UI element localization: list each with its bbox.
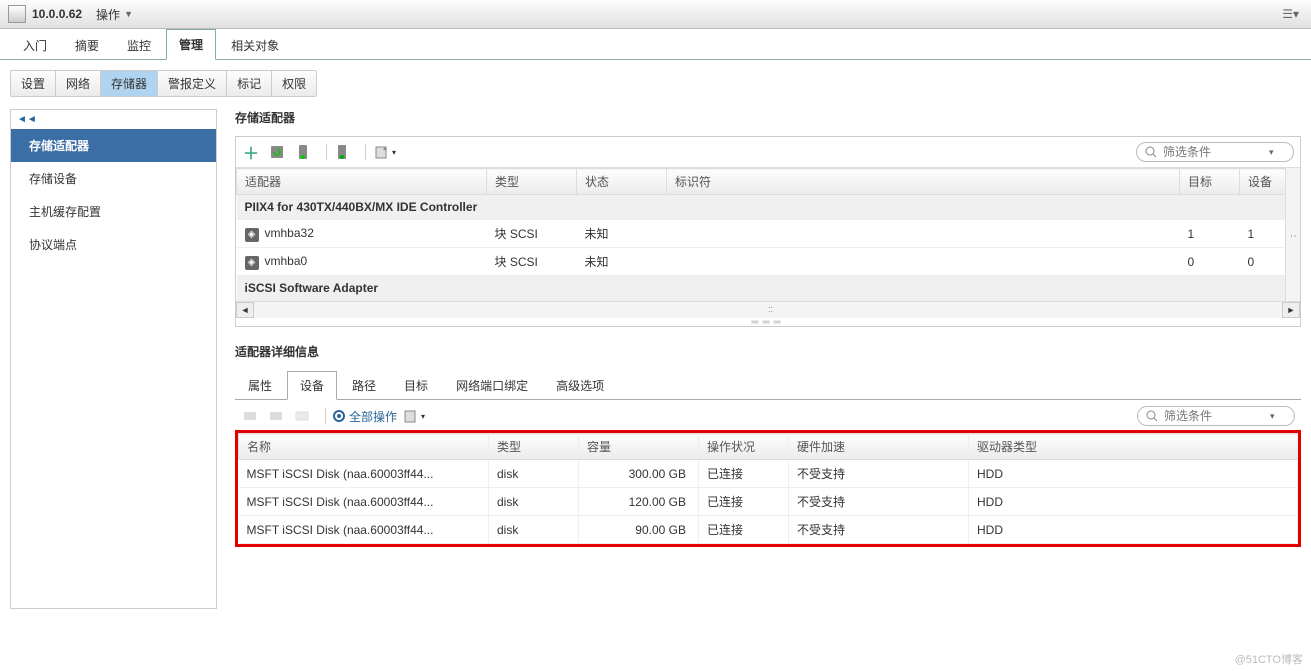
detail-tab-netbind[interactable]: 网络端口绑定 <box>443 371 541 400</box>
table-row[interactable]: MSFT iSCSI Disk (naa.60003ff44... disk 1… <box>239 488 1298 516</box>
table-row[interactable]: ◈vmhba0 块 SCSI 未知 0 0 <box>237 248 1300 276</box>
host-ip: 10.0.0.62 <box>32 7 82 21</box>
rename-icon <box>293 407 311 425</box>
adapter-group: iSCSI Software Adapter <box>237 276 1300 301</box>
sub-tab-alarms[interactable]: 警报定义 <box>158 71 227 96</box>
table-row[interactable]: MSFT iSCSI Disk (naa.60003ff44... disk 9… <box>239 516 1298 544</box>
detach-icon <box>267 407 285 425</box>
collapse-panel-icon[interactable]: ☰▾ <box>1278 7 1303 21</box>
vertical-scrollbar[interactable]: :: <box>1285 168 1300 301</box>
adapter-icon: ◈ <box>245 256 259 270</box>
nav-tab-related[interactable]: 相关对象 <box>218 30 292 60</box>
col-id[interactable]: 标识符 <box>667 169 1180 195</box>
section-title-adapters: 存储适配器 <box>235 109 1301 126</box>
export-icon[interactable]: ▾ <box>372 143 398 161</box>
separator <box>326 144 327 160</box>
table-header-row: 适配器 类型 状态 标识符 目标 设备 <box>237 169 1300 195</box>
col-opstatus[interactable]: 操作状况 <box>699 434 789 460</box>
adapter-icon: ◈ <box>245 228 259 242</box>
sidebar-item-storage-devices[interactable]: 存储设备 <box>11 162 216 195</box>
separator <box>325 408 326 424</box>
scroll-right-icon[interactable]: ► <box>1282 302 1300 318</box>
col-type[interactable]: 类型 <box>487 169 577 195</box>
rescan-adapter-icon[interactable] <box>294 143 312 161</box>
sub-tabs: 设置 网络 存储器 警报定义 标记 权限 <box>10 70 317 97</box>
details-toolbar: 全部操作 ▾ ▾ <box>235 400 1301 432</box>
nav-tab-summary[interactable]: 摘要 <box>62 30 112 60</box>
search-icon <box>1145 146 1157 158</box>
table-row[interactable]: MSFT iSCSI Disk (naa.60003ff44... disk 3… <box>239 460 1298 488</box>
details-filter-box[interactable]: ▾ <box>1137 406 1295 426</box>
nav-tab-monitor[interactable]: 监控 <box>114 30 164 60</box>
detail-tab-devices[interactable]: 设备 <box>287 371 337 400</box>
sidebar-item-storage-adapters[interactable]: 存储适配器 <box>11 129 216 162</box>
col-hwaccel[interactable]: 硬件加速 <box>789 434 969 460</box>
chevron-down-icon: ▼ <box>124 9 133 19</box>
nav-tab-getting-started[interactable]: 入门 <box>10 30 60 60</box>
resize-grip[interactable]: ═══ <box>236 318 1300 326</box>
sidebar: ◄◄ 存储适配器 存储设备 主机缓存配置 协议端点 <box>10 109 217 609</box>
sub-tab-network[interactable]: 网络 <box>56 71 101 96</box>
detail-tab-properties[interactable]: 属性 <box>235 371 285 400</box>
detail-tab-targets[interactable]: 目标 <box>391 371 441 400</box>
nav-tabs: 入门 摘要 监控 管理 相关对象 <box>0 29 1311 60</box>
detail-tab-paths[interactable]: 路径 <box>339 371 389 400</box>
devices-table: 名称 类型 容量 操作状况 硬件加速 驱动器类型 MSFT iSCSI Disk… <box>238 433 1298 544</box>
detail-tab-advanced[interactable]: 高级选项 <box>543 371 617 400</box>
col-name[interactable]: 名称 <box>239 434 489 460</box>
table-header-row: 名称 类型 容量 操作状况 硬件加速 驱动器类型 <box>239 434 1298 460</box>
refresh-icon[interactable] <box>268 143 286 161</box>
filter-box[interactable]: ▾ <box>1136 142 1294 162</box>
details-filter-input[interactable] <box>1162 408 1266 424</box>
separator <box>365 144 366 160</box>
col-type[interactable]: 类型 <box>489 434 579 460</box>
search-icon <box>1146 410 1158 422</box>
adapters-table: 适配器 类型 状态 标识符 目标 设备 PIIX4 for 430TX/440B… <box>236 168 1300 301</box>
top-bar: 10.0.0.62 操作 ▼ ☰▾ <box>0 0 1311 29</box>
sidebar-collapse-icon[interactable]: ◄◄ <box>11 110 216 129</box>
scroll-left-icon[interactable]: ◄ <box>236 302 254 318</box>
actions-menu[interactable]: 操作 ▼ <box>96 6 133 23</box>
gear-icon <box>332 409 346 423</box>
adapters-toolbar: ＋ ▾ <box>236 137 1300 168</box>
watermark: @51CTO博客 <box>1235 651 1303 667</box>
sidebar-item-host-cache[interactable]: 主机缓存配置 <box>11 195 216 228</box>
horizontal-scrollbar[interactable]: ◄ :: ► <box>236 301 1300 318</box>
col-capacity[interactable]: 容量 <box>579 434 699 460</box>
col-status[interactable]: 状态 <box>577 169 667 195</box>
sub-tab-tags[interactable]: 标记 <box>227 71 272 96</box>
rescan-storage-icon[interactable] <box>333 143 351 161</box>
filter-input[interactable] <box>1161 144 1265 160</box>
sub-tab-settings[interactable]: 设置 <box>11 71 56 96</box>
col-drivetype[interactable]: 驱动器类型 <box>969 434 1298 460</box>
sub-tab-storage[interactable]: 存储器 <box>101 71 158 96</box>
table-row[interactable]: ◈vmhba32 块 SCSI 未知 1 1 <box>237 220 1300 248</box>
detail-tabs: 属性 设备 路径 目标 网络端口绑定 高级选项 <box>235 370 1301 400</box>
chevron-down-icon[interactable]: ▾ <box>1270 411 1275 422</box>
sub-tab-perms[interactable]: 权限 <box>272 71 316 96</box>
attach-icon <box>241 407 259 425</box>
all-actions-menu[interactable]: 全部操作 <box>332 408 397 425</box>
col-targets[interactable]: 目标 <box>1180 169 1240 195</box>
add-icon[interactable]: ＋ <box>242 143 260 161</box>
actions-menu-label: 操作 <box>96 6 120 23</box>
adapters-panel: ＋ ▾ <box>235 136 1301 327</box>
chevron-down-icon[interactable]: ▾ <box>1269 147 1274 158</box>
nav-tab-manage[interactable]: 管理 <box>166 29 216 60</box>
section-title-details: 适配器详细信息 <box>235 343 1301 360</box>
host-icon <box>8 5 26 23</box>
export-icon[interactable]: ▾ <box>401 407 427 425</box>
col-adapter[interactable]: 适配器 <box>237 169 487 195</box>
adapter-group: PIIX4 for 430TX/440BX/MX IDE Controller <box>237 195 1300 220</box>
sidebar-item-protocol-endpoints[interactable]: 协议端点 <box>11 228 216 261</box>
devices-highlight: 名称 类型 容量 操作状况 硬件加速 驱动器类型 MSFT iSCSI Disk… <box>235 430 1301 547</box>
